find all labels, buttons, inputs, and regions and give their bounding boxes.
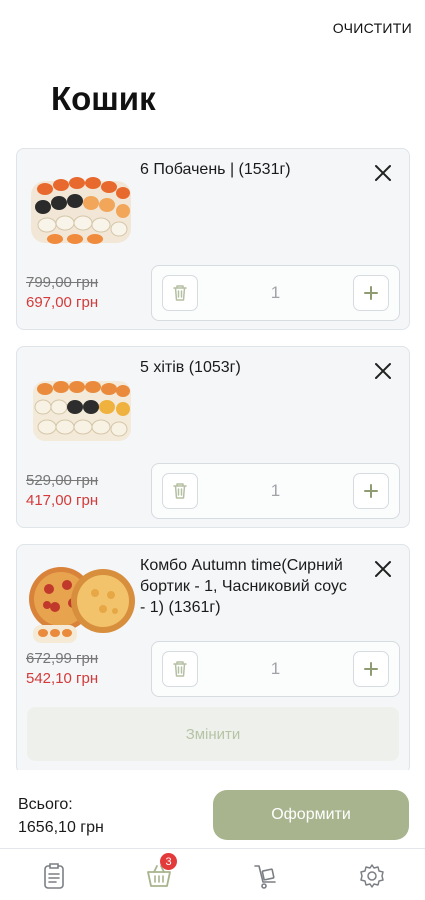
product-image (33, 381, 131, 441)
plus-icon (364, 286, 378, 300)
close-icon (375, 363, 391, 379)
plus-icon (364, 662, 378, 676)
product-image (29, 567, 135, 643)
change-options-button[interactable]: Змінити (27, 707, 399, 761)
delivery-icon (254, 865, 276, 889)
product-name: 5 хітів (1053г) (140, 359, 241, 376)
increase-button[interactable] (353, 473, 389, 509)
increase-button[interactable] (353, 651, 389, 687)
tab-settings[interactable] (357, 861, 387, 891)
product-name: 6 Побачень | (1531г) (140, 161, 291, 178)
tab-menu[interactable] (39, 861, 69, 891)
old-price: 672,99 грн (26, 650, 99, 667)
cart-item: 5 хітів (1053г) 529,00 грн 417,00 грн 1 (16, 346, 410, 528)
total-label: Всього: (18, 796, 73, 813)
quantity-stepper: 1 (151, 265, 400, 321)
product-image (31, 177, 131, 244)
bottom-nav: 3 (0, 848, 425, 900)
checkout-button[interactable]: Оформити (213, 790, 409, 840)
remove-item-button[interactable] (373, 559, 393, 579)
increase-button[interactable] (353, 275, 389, 311)
tab-cart[interactable]: 3 (144, 853, 177, 891)
cart-count-badge: 3 (160, 853, 177, 870)
gear-icon (360, 864, 384, 888)
discounted-price: 697,00 грн (26, 294, 99, 311)
checkout-bar: Всього: 1656,10 грн Оформити (0, 770, 425, 848)
close-icon (375, 561, 391, 577)
close-icon (375, 165, 391, 181)
quantity-stepper: 1 (151, 641, 400, 697)
total-value: 1656,10 грн (18, 819, 104, 836)
tab-delivery[interactable] (250, 861, 280, 891)
quantity-stepper: 1 (151, 463, 400, 519)
clear-cart-button[interactable]: ОЧИСТИТИ (333, 20, 412, 36)
old-price: 529,00 грн (26, 472, 99, 489)
discounted-price: 417,00 грн (26, 492, 99, 509)
old-price: 799,00 грн (26, 274, 99, 291)
product-name: Комбо Autumn time(Сирний бортик - 1, Час… (140, 557, 347, 616)
remove-item-button[interactable] (373, 163, 393, 183)
discounted-price: 542,10 грн (26, 670, 99, 687)
cart-item: 6 Побачень | (1531г) 799,00 грн 697,00 г… (16, 148, 410, 330)
cart-item: Комбо Autumn time(Сирний бортик - 1, Час… (16, 544, 410, 774)
menu-list-icon (44, 863, 64, 889)
remove-item-button[interactable] (373, 361, 393, 381)
plus-icon (364, 484, 378, 498)
page-title: Кошик (51, 80, 156, 117)
